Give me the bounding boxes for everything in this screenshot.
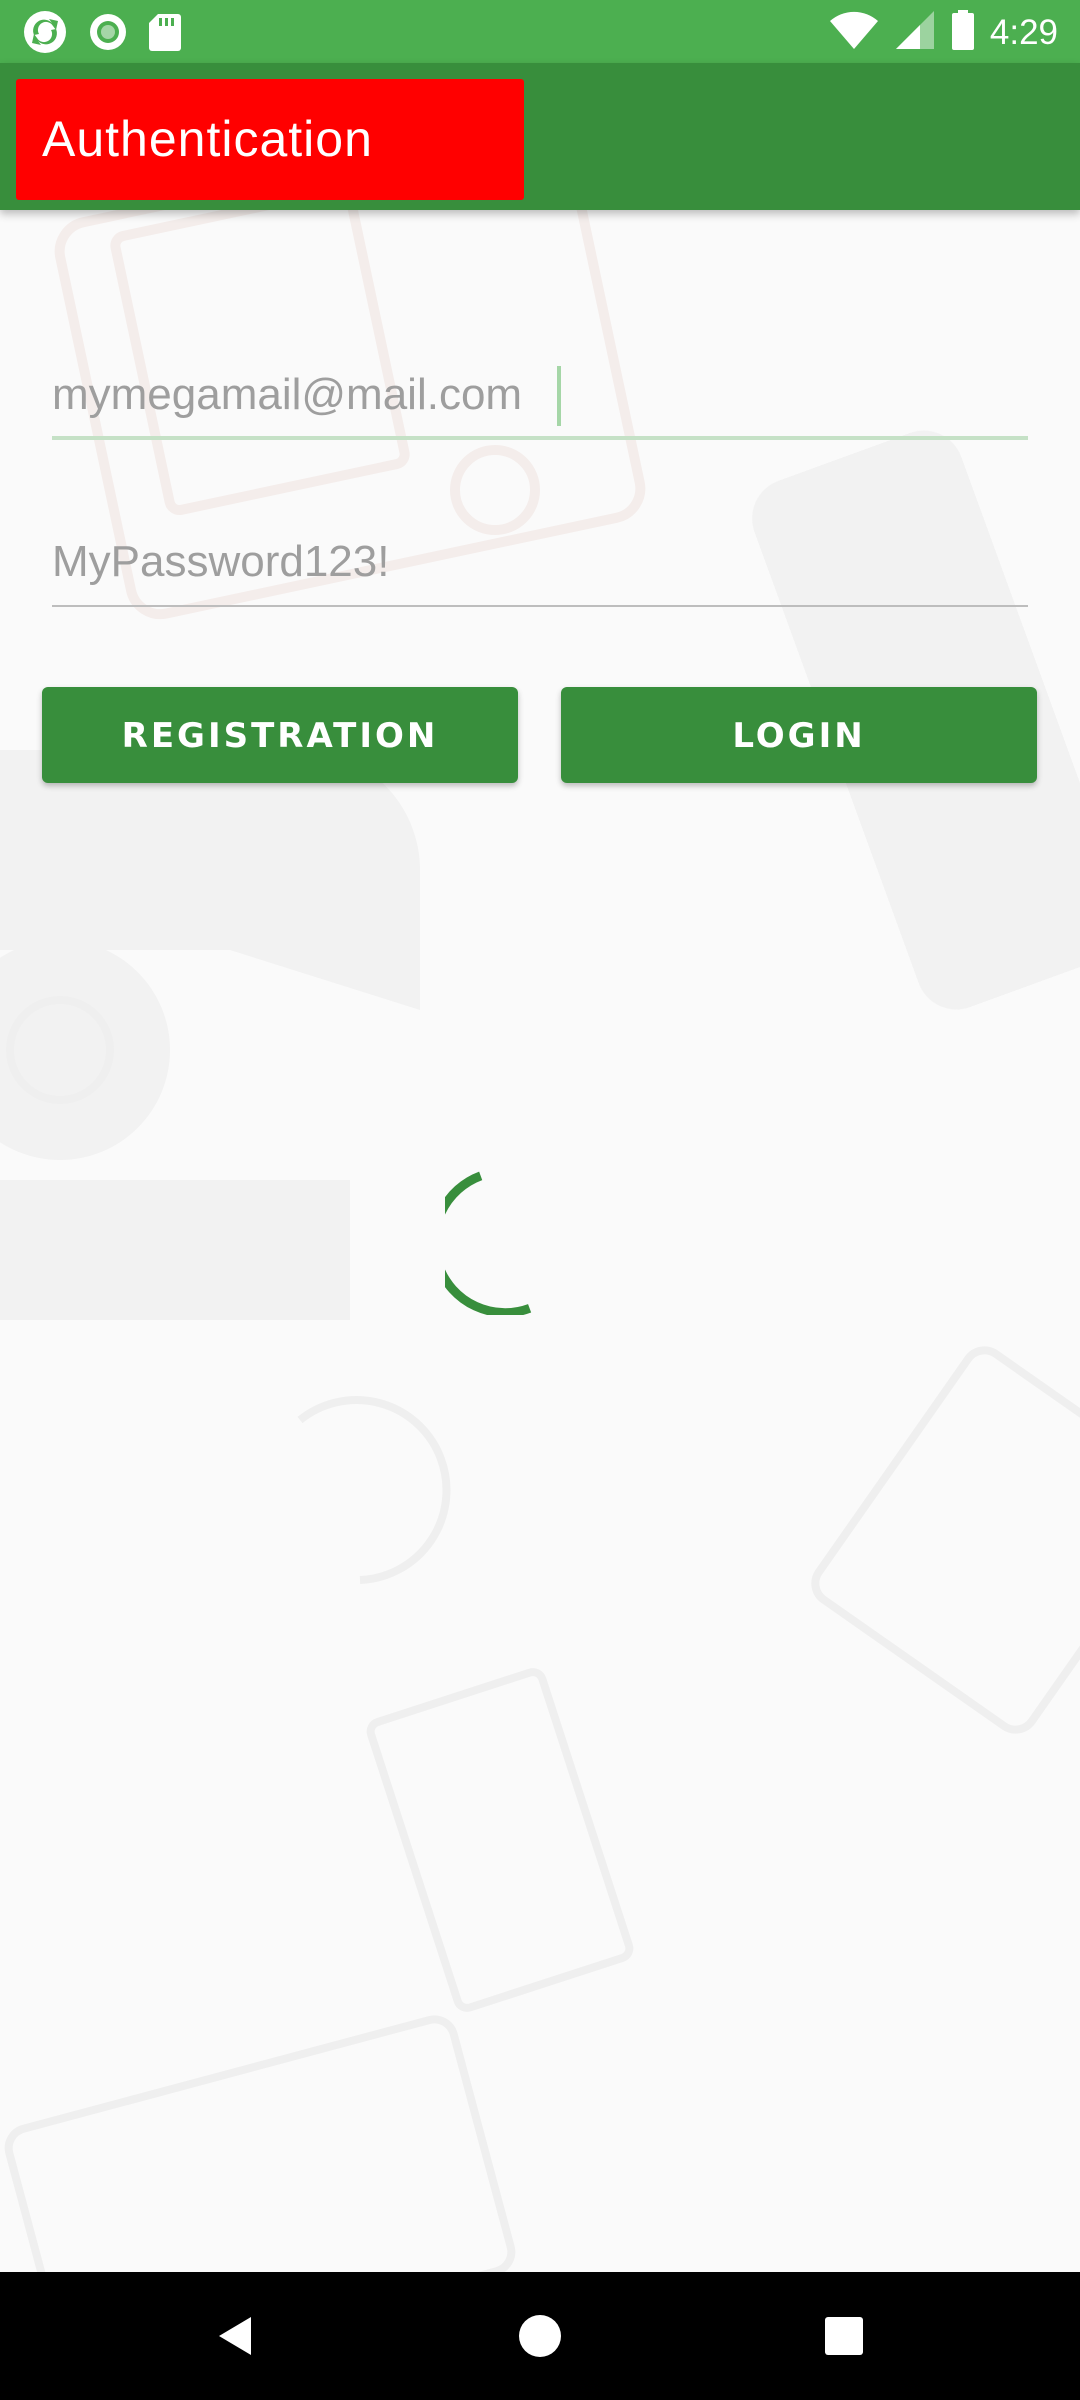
password-input[interactable] xyxy=(52,527,1028,597)
password-underline xyxy=(52,605,1028,607)
email-field[interactable] xyxy=(52,360,1028,440)
home-icon xyxy=(519,2315,561,2357)
cell-signal-icon xyxy=(894,9,936,55)
status-bar: 4:29 xyxy=(0,0,1080,63)
back-button[interactable] xyxy=(196,2296,276,2376)
battery-icon xyxy=(950,9,976,55)
text-cursor xyxy=(557,366,561,426)
registration-button[interactable]: REGISTRATION xyxy=(42,687,518,783)
status-left-icons xyxy=(22,9,182,59)
title-box: Authentication xyxy=(16,79,524,200)
app-bar: Authentication xyxy=(0,63,1080,210)
status-right-icons: 4:29 xyxy=(828,9,1058,55)
login-button[interactable]: LOGIN xyxy=(561,687,1037,783)
loading-spinner xyxy=(445,1171,532,1315)
page-title: Authentication xyxy=(42,111,373,167)
email-underline xyxy=(52,436,1028,440)
sync-app-icon xyxy=(22,9,68,59)
recents-button[interactable] xyxy=(804,2296,884,2376)
password-field[interactable] xyxy=(52,527,1028,607)
wifi-icon xyxy=(828,9,880,55)
recents-icon xyxy=(825,2317,863,2355)
status-time: 4:29 xyxy=(989,12,1058,52)
back-icon xyxy=(219,2317,251,2355)
sd-card-icon xyxy=(148,12,182,56)
navigation-bar xyxy=(0,2272,1080,2400)
circle-app-icon xyxy=(88,12,128,56)
email-input[interactable] xyxy=(52,360,1028,430)
auth-content: REGISTRATION LOGIN xyxy=(0,210,1080,2272)
home-button[interactable] xyxy=(500,2296,580,2376)
